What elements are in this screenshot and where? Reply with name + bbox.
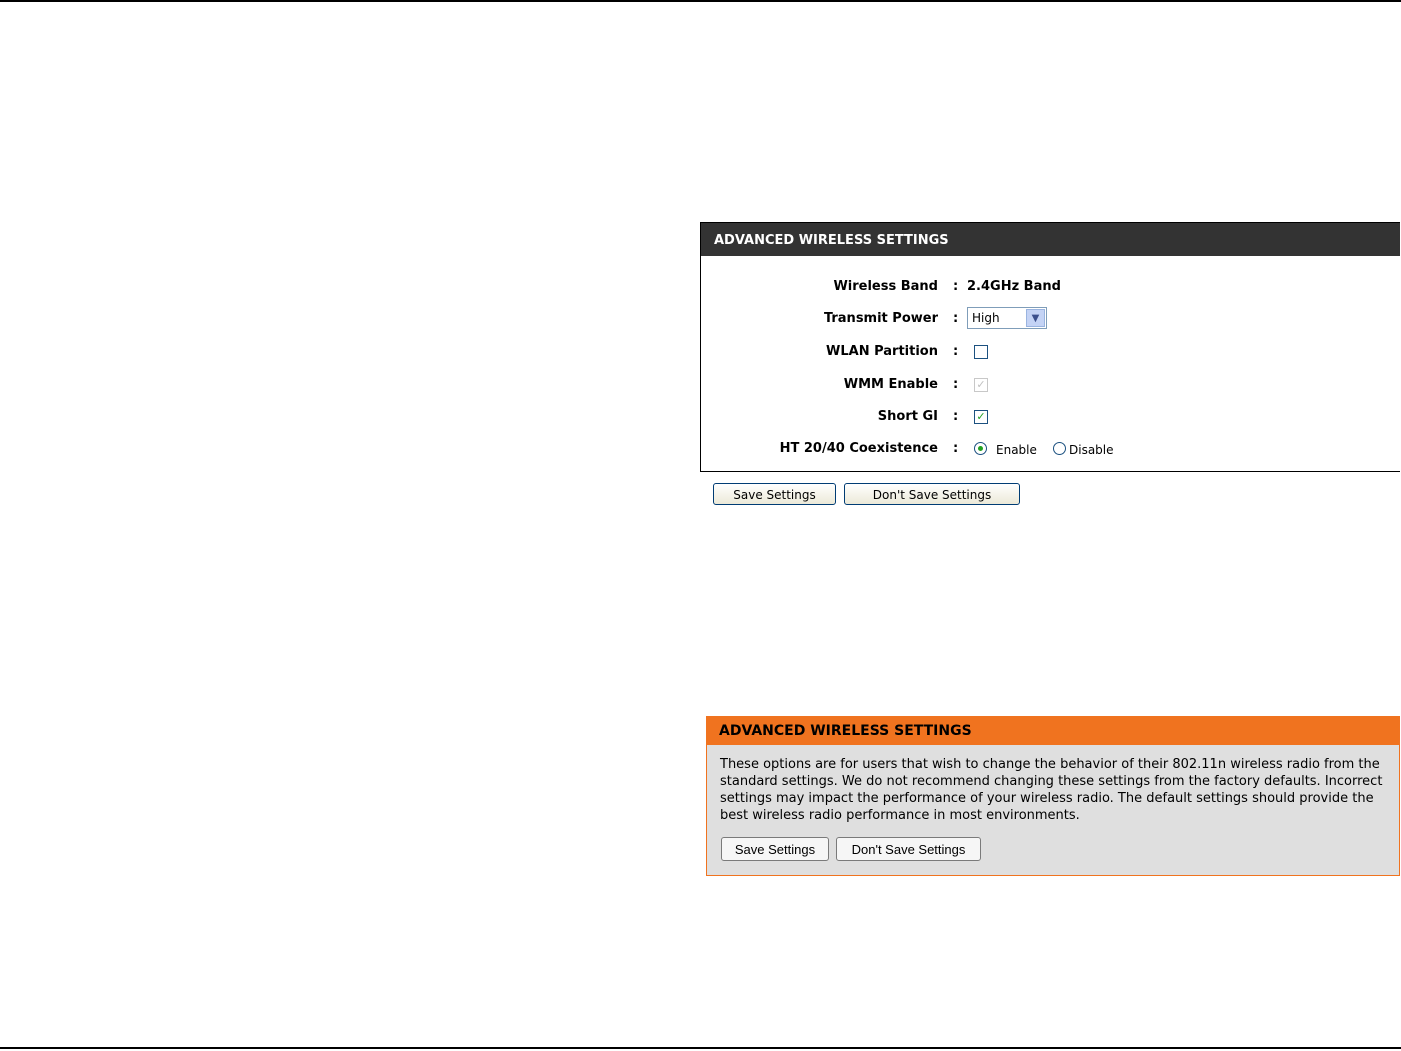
row-ht-coexistence: HT 20/40 Coexistence : Enable Disable	[701, 437, 1400, 461]
wireless-band-label: Wireless Band	[833, 279, 938, 294]
colon: :	[953, 344, 959, 359]
transmit-power-label: Transmit Power	[823, 311, 938, 326]
wmm-enable-checkbox[interactable]: ✓	[974, 378, 988, 392]
advanced-wireless-settings-panel: ADVANCED WIRELESS SETTINGS Wireless Band…	[700, 222, 1400, 472]
ht-coexistence-disable-radio[interactable]	[1053, 442, 1066, 455]
short-gi-label: Short GI	[877, 409, 938, 424]
wlan-partition-checkbox[interactable]	[974, 345, 988, 359]
save-settings-button[interactable]: Save Settings	[713, 483, 836, 505]
colon: :	[953, 311, 959, 326]
ht-coexistence-label: HT 20/40 Coexistence	[779, 441, 938, 456]
transmit-power-selected: High	[972, 311, 1000, 325]
colon: :	[953, 409, 959, 424]
colon: :	[953, 441, 959, 456]
help-save-settings-button[interactable]: Save Settings	[721, 837, 829, 861]
short-gi-checkbox[interactable]: ✓	[974, 410, 988, 424]
wmm-enable-label: WMM Enable	[843, 377, 938, 392]
help-text: These options are for users that wish to…	[720, 757, 1383, 823]
checkmark-icon: ✓	[976, 410, 986, 423]
chevron-down-icon[interactable]: ▼	[1026, 309, 1045, 327]
ht-coexistence-enable-radio[interactable]	[974, 442, 987, 455]
colon: :	[953, 377, 959, 392]
help-header: ADVANCED WIRELESS SETTINGS	[707, 716, 1399, 745]
colon: :	[953, 279, 959, 294]
row-wireless-band: Wireless Band : 2.4GHz Band	[701, 275, 1400, 299]
ht-coexistence-enable-label: Enable	[996, 443, 1037, 457]
panel-header: ADVANCED WIRELESS SETTINGS	[701, 223, 1400, 256]
row-transmit-power: Transmit Power : High ▼	[701, 307, 1400, 331]
help-dont-save-settings-button[interactable]: Don't Save Settings	[836, 837, 981, 861]
row-wmm-enable: WMM Enable : ✓	[701, 373, 1400, 397]
wlan-partition-label: WLAN Partition	[826, 344, 938, 359]
top-rule	[0, 0, 1401, 2]
checkmark-icon: ✓	[976, 378, 986, 391]
bottom-rule	[0, 1047, 1401, 1049]
help-panel: ADVANCED WIRELESS SETTINGS These options…	[706, 716, 1400, 876]
row-wlan-partition: WLAN Partition :	[701, 340, 1400, 364]
dont-save-settings-button[interactable]: Don't Save Settings	[844, 483, 1020, 505]
ht-coexistence-disable-label: Disable	[1069, 443, 1114, 457]
transmit-power-select[interactable]: High ▼	[967, 307, 1047, 329]
wireless-band-value: 2.4GHz Band	[967, 279, 1061, 294]
row-short-gi: Short GI : ✓	[701, 405, 1400, 429]
